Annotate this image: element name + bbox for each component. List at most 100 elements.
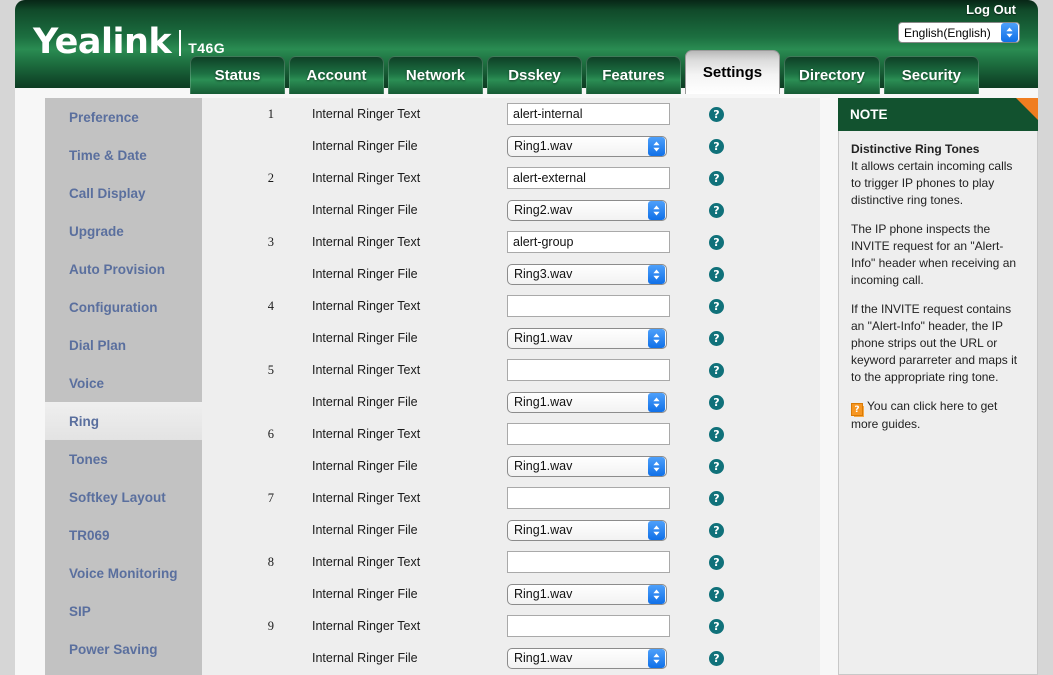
tab-account[interactable]: Account: [289, 56, 384, 94]
tab-settings[interactable]: Settings: [685, 50, 780, 94]
internal-ringer-text-label: Internal Ringer Text: [312, 619, 421, 633]
tab-features[interactable]: Features: [586, 56, 681, 94]
help-icon[interactable]: ?: [709, 490, 724, 506]
internal-ringer-file-value: Ring1.wav: [514, 523, 573, 537]
internal-ringer-text-input[interactable]: [507, 295, 670, 317]
help-icon[interactable]: ?: [709, 394, 724, 410]
sidebar-item-label: TR069: [69, 527, 110, 543]
internal-ringer-file-label: Internal Ringer File: [312, 523, 418, 537]
sidebar-item-voice-monitoring[interactable]: Voice Monitoring: [45, 554, 202, 592]
help-icon[interactable]: ?: [709, 650, 724, 666]
tab-directory[interactable]: Directory: [784, 56, 880, 94]
help-icon[interactable]: ?: [709, 426, 724, 442]
tab-status[interactable]: Status: [190, 56, 285, 94]
help-icon[interactable]: ?: [709, 202, 724, 218]
sidebar-item-label: Softkey Layout: [69, 489, 166, 505]
chevron-updown-icon: [648, 584, 665, 604]
tab-security[interactable]: Security: [883, 56, 979, 94]
ringer-text-control: [507, 359, 692, 381]
internal-ringer-text-input[interactable]: [507, 551, 670, 573]
sidebar-item-configuration[interactable]: Configuration: [45, 288, 202, 326]
note-panel-body: Distinctive Ring Tones It allows certain…: [838, 131, 1038, 675]
internal-ringer-file-value: Ring1.wav: [514, 587, 573, 601]
internal-ringer-file-select[interactable]: Ring3.wav: [507, 263, 667, 285]
help-icon[interactable]: ?: [709, 554, 724, 570]
language-select-value: English(English): [904, 25, 991, 40]
sidebar-item-time-date[interactable]: Time & Date: [45, 136, 202, 174]
sidebar-item-sip[interactable]: SIP: [45, 592, 202, 630]
tab-label: Directory: [799, 67, 865, 84]
note-guide-link-row[interactable]: ? You can click here to get more guides.: [851, 398, 1025, 433]
internal-ringer-file-select[interactable]: Ring1.wav: [507, 135, 667, 157]
internal-ringer-text-input[interactable]: [507, 103, 670, 125]
sidebar-item-ring[interactable]: Ring: [45, 402, 202, 440]
note-paragraph-2: The IP phone inspects the INVITE request…: [851, 222, 1017, 288]
row-index: 4: [267, 298, 274, 313]
chevron-updown-icon: [648, 392, 665, 412]
ringer-text-control: [507, 167, 692, 189]
help-icon[interactable]: ?: [709, 362, 724, 378]
internal-ringer-text-input[interactable]: [507, 615, 670, 637]
internal-ringer-text-input[interactable]: [507, 231, 670, 253]
internal-ringer-text-input[interactable]: [507, 167, 670, 189]
help-icon[interactable]: ?: [709, 266, 724, 282]
ringer-file-control: Ring2.wav: [507, 199, 692, 221]
help-icon[interactable]: ?: [709, 586, 724, 602]
internal-ringer-text-input[interactable]: [507, 487, 670, 509]
ringer-file-row: Internal Ringer File Ring1.wav?: [202, 514, 820, 546]
ringer-text-row: 1 Internal Ringer Text?: [202, 98, 820, 130]
sidebar-item-dial-plan[interactable]: Dial Plan: [45, 326, 202, 364]
sidebar-item-label: Ring: [69, 413, 99, 429]
sidebar-item-tones[interactable]: Tones: [45, 440, 202, 478]
internal-ringer-file-select[interactable]: Ring1.wav: [507, 455, 667, 477]
settings-form: 1Internal Ringer Text? Internal Ringer Fi…: [202, 98, 820, 675]
help-icon[interactable]: ?: [709, 138, 724, 154]
internal-ringer-file-label: Internal Ringer File: [312, 459, 418, 473]
sidebar-item-power-saving[interactable]: Power Saving: [45, 630, 202, 668]
sidebar-item-label: Auto Provision: [69, 261, 166, 277]
corner-fold-icon: [1016, 98, 1038, 120]
language-select[interactable]: English(English): [898, 22, 1020, 43]
logout-link[interactable]: Log Out: [966, 2, 1016, 17]
internal-ringer-file-value: Ring1.wav: [514, 395, 573, 409]
row-index: 6: [267, 426, 274, 441]
ringer-text-row: 5 Internal Ringer Text?: [202, 354, 820, 386]
ringer-file-control: Ring3.wav: [507, 263, 692, 285]
ringer-file-control: Ring1.wav: [507, 455, 692, 477]
sidebar-item-label: SIP: [69, 603, 91, 619]
tab-network[interactable]: Network: [388, 56, 483, 94]
sidebar-item-tr069[interactable]: TR069: [45, 516, 202, 554]
ringer-file-control: Ring1.wav: [507, 327, 692, 349]
ringer-file-row: Internal Ringer File Ring1.wav?: [202, 130, 820, 162]
sidebar-item-label: Upgrade: [69, 223, 124, 239]
sidebar-item-auto-provision[interactable]: Auto Provision: [45, 250, 202, 288]
help-icon[interactable]: ?: [709, 298, 724, 314]
internal-ringer-file-select[interactable]: Ring1.wav: [507, 391, 667, 413]
help-icon[interactable]: ?: [709, 458, 724, 474]
note-paragraph-1: It allows certain incoming calls to trig…: [851, 159, 1013, 208]
help-icon[interactable]: ?: [709, 330, 724, 346]
internal-ringer-file-select[interactable]: Ring2.wav: [507, 199, 667, 221]
sidebar-item-preference[interactable]: Preference: [45, 98, 202, 136]
chevron-updown-icon: [1001, 23, 1018, 42]
help-icon[interactable]: ?: [709, 234, 724, 250]
internal-ringer-file-select[interactable]: Ring1.wav: [507, 327, 667, 349]
ringer-text-row: 2 Internal Ringer Text?: [202, 162, 820, 194]
sidebar-item-softkey-layout[interactable]: Softkey Layout: [45, 478, 202, 516]
internal-ringer-file-select[interactable]: Ring1.wav: [507, 583, 667, 605]
internal-ringer-file-select[interactable]: Ring1.wav: [507, 519, 667, 541]
ringer-text-control: [507, 295, 692, 317]
internal-ringer-file-select[interactable]: Ring1.wav: [507, 647, 667, 669]
help-icon[interactable]: ?: [709, 106, 724, 122]
help-icon[interactable]: ?: [709, 522, 724, 538]
help-icon: ?: [851, 403, 863, 417]
sidebar-item-voice[interactable]: Voice: [45, 364, 202, 402]
sidebar-item-call-display[interactable]: Call Display: [45, 174, 202, 212]
help-icon[interactable]: ?: [709, 170, 724, 186]
ringer-text-row: 9 Internal Ringer Text?: [202, 610, 820, 642]
tab-dsskey[interactable]: Dsskey: [487, 56, 582, 94]
help-icon[interactable]: ?: [709, 618, 724, 634]
internal-ringer-text-input[interactable]: [507, 359, 670, 381]
internal-ringer-text-input[interactable]: [507, 423, 670, 445]
sidebar-item-upgrade[interactable]: Upgrade: [45, 212, 202, 250]
